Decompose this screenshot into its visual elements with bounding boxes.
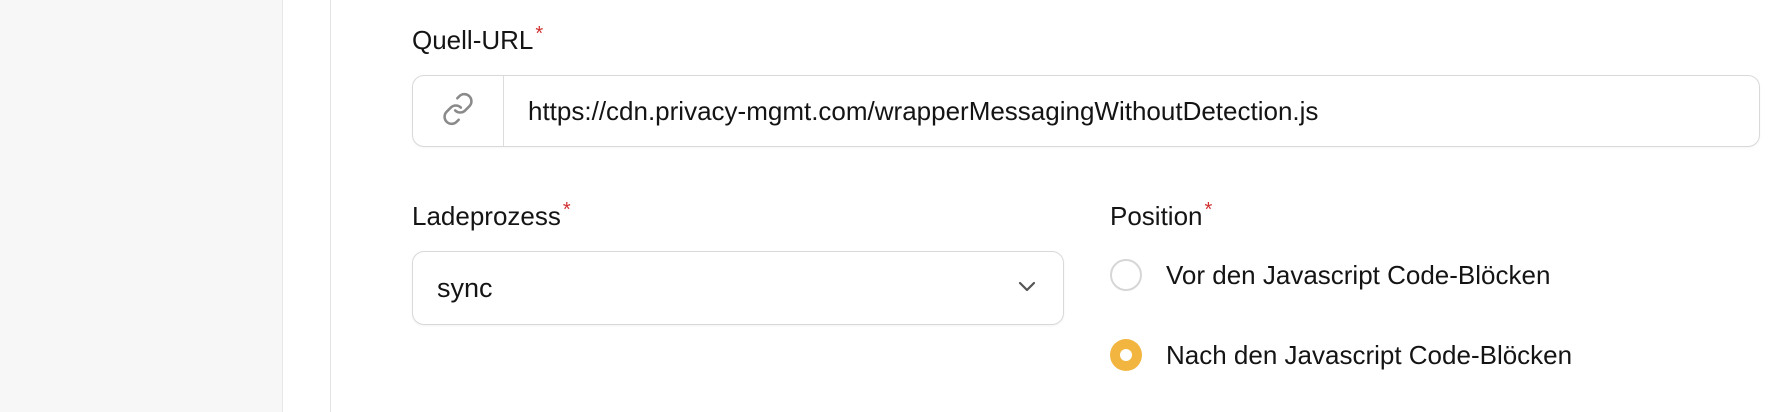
loading-label: Ladeprozess * — [412, 199, 571, 231]
loading-select[interactable]: sync — [412, 251, 1064, 325]
content-divider — [330, 0, 331, 412]
required-mark: * — [535, 23, 544, 45]
position-option-after[interactable]: Nach den Javascript Code-Blöcken — [1110, 339, 1572, 371]
position-option-label: Nach den Javascript Code-Blöcken — [1166, 339, 1573, 370]
source-url-field[interactable] — [412, 75, 1760, 147]
source-url-input[interactable] — [504, 76, 1759, 146]
position-option-before[interactable]: Vor den Javascript Code-Blöcken — [1110, 259, 1550, 291]
url-prefix-addon — [413, 76, 504, 146]
radio-dot — [1120, 349, 1132, 361]
position-label-text: Position — [1110, 201, 1203, 231]
required-mark: * — [1204, 199, 1213, 221]
source-url-label-text: Quell-URL — [412, 25, 534, 55]
chevron-down-icon — [1015, 274, 1039, 303]
position-label: Position * — [1110, 199, 1213, 231]
required-mark: * — [562, 199, 571, 221]
source-url-label: Quell-URL * — [412, 23, 544, 55]
radio-button-selected[interactable] — [1110, 339, 1142, 371]
loading-select-value: sync — [437, 272, 493, 303]
position-option-label: Vor den Javascript Code-Blöcken — [1166, 259, 1551, 290]
radio-button[interactable] — [1110, 259, 1142, 291]
link-icon — [441, 92, 475, 131]
left-sidebar-area — [0, 0, 283, 412]
loading-label-text: Ladeprozess — [412, 201, 561, 231]
